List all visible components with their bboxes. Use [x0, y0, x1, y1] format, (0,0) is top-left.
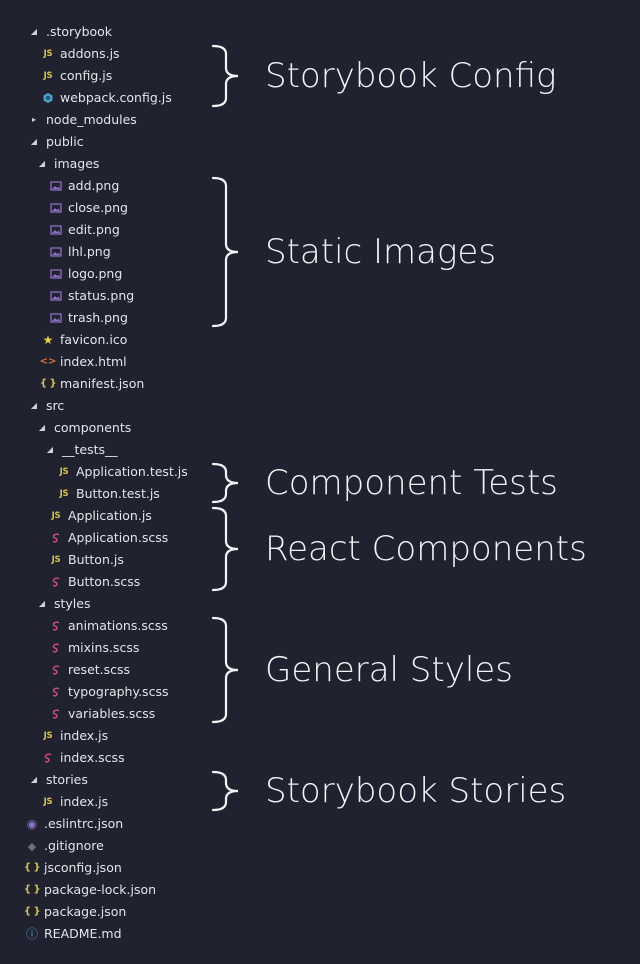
curly-brace: [211, 44, 239, 108]
curly-brace: [211, 176, 239, 328]
annotation-braces: [211, 44, 239, 812]
curly-brace: [211, 616, 239, 724]
curly-brace: [211, 770, 239, 812]
curly-brace: [211, 506, 239, 592]
curly-brace: [211, 462, 239, 504]
